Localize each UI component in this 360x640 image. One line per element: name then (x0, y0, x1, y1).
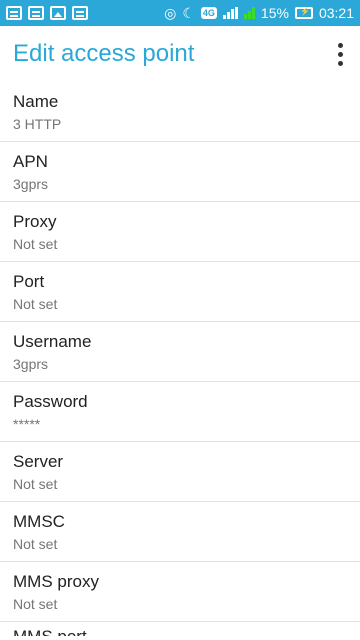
setting-value: Not set (13, 236, 58, 252)
clock: 03:21 (318, 5, 354, 21)
setting-username[interactable]: Username 3gprs (0, 322, 360, 382)
setting-value: 3 HTTP (13, 116, 62, 132)
hotspot-icon: ◎ (164, 5, 177, 21)
setting-title: MMS port (13, 626, 347, 636)
setting-mmsc[interactable]: MMSC Not set (0, 502, 360, 562)
setting-title: Port (13, 272, 45, 291)
setting-password[interactable]: Password ***** (0, 382, 360, 442)
setting-server[interactable]: Server Not set (0, 442, 360, 502)
apn-settings-list: Name 3 HTTP APN 3gprs Proxy Not set Port… (0, 82, 360, 636)
setting-proxy[interactable]: Proxy Not set (0, 202, 360, 262)
gallery-icon (50, 6, 66, 20)
setting-mms-proxy[interactable]: MMS proxy Not set (0, 562, 360, 622)
status-bar: ◎ ☾ 4G 15% 03:21 (0, 0, 360, 26)
setting-title: APN (13, 152, 48, 171)
wifi-signal-icon (243, 7, 255, 19)
setting-port[interactable]: Port Not set (0, 262, 360, 322)
do-not-disturb-moon-icon: ☾ (182, 5, 195, 21)
setting-value: ***** (13, 416, 41, 432)
status-bar-notifications (6, 6, 88, 20)
setting-title: MMS proxy (13, 572, 99, 591)
more-vert-icon[interactable] (332, 38, 348, 70)
setting-value: 3gprs (13, 356, 49, 372)
setting-value: Not set (13, 536, 58, 552)
battery-percentage: 15% (260, 5, 289, 21)
setting-title: MMSC (13, 512, 65, 531)
setting-title: Proxy (13, 212, 57, 231)
message-icon (6, 6, 22, 20)
cell-signal-icon (222, 7, 238, 19)
status-bar-system: ◎ ☾ 4G 15% 03:21 (164, 5, 354, 21)
battery-charging-icon (294, 7, 313, 19)
setting-value: Not set (13, 296, 58, 312)
sms-icon (72, 6, 88, 20)
setting-value: Not set (13, 596, 58, 612)
setting-title: Password (13, 392, 88, 411)
setting-value: 3gprs (13, 176, 49, 192)
setting-name[interactable]: Name 3 HTTP (0, 82, 360, 142)
page-title: Edit access point (13, 40, 195, 67)
setting-title: Server (13, 452, 64, 471)
setting-mms-port[interactable]: MMS port (0, 622, 360, 636)
app-bar: Edit access point (0, 26, 360, 82)
setting-title: Name (13, 92, 59, 111)
setting-apn[interactable]: APN 3gprs (0, 142, 360, 202)
chat-icon (28, 6, 44, 20)
setting-title: Username (13, 332, 92, 351)
network-type-badge: 4G (200, 7, 217, 19)
setting-value: Not set (13, 476, 58, 492)
